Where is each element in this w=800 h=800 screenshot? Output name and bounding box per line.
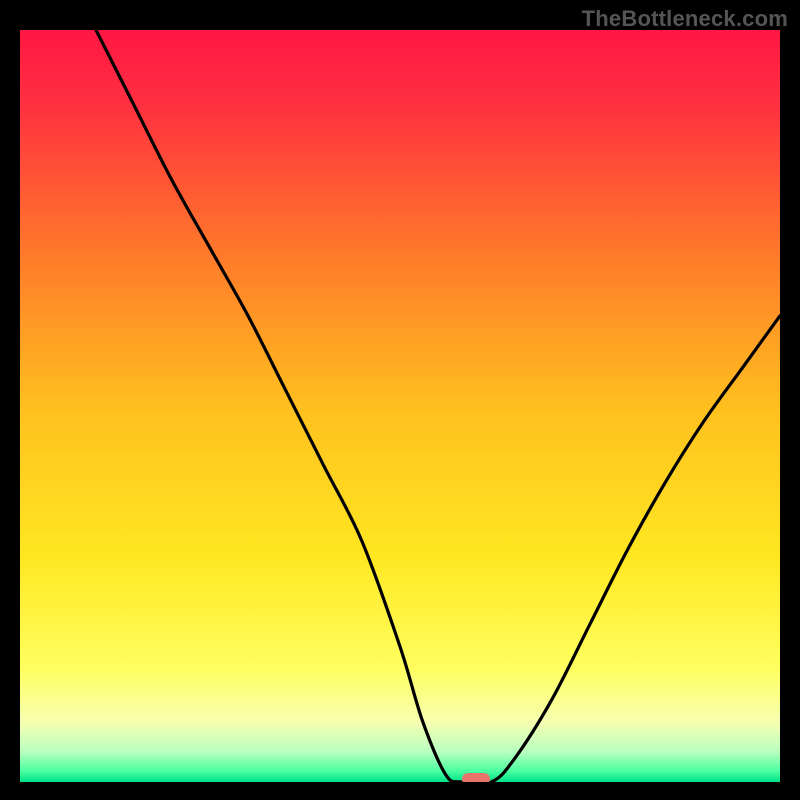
watermark-text: TheBottleneck.com <box>582 6 788 32</box>
chart-frame: TheBottleneck.com <box>0 0 800 800</box>
gradient-background <box>20 30 780 782</box>
chart-svg <box>20 30 780 782</box>
optimal-marker <box>462 773 490 782</box>
bottleneck-chart <box>20 30 780 782</box>
